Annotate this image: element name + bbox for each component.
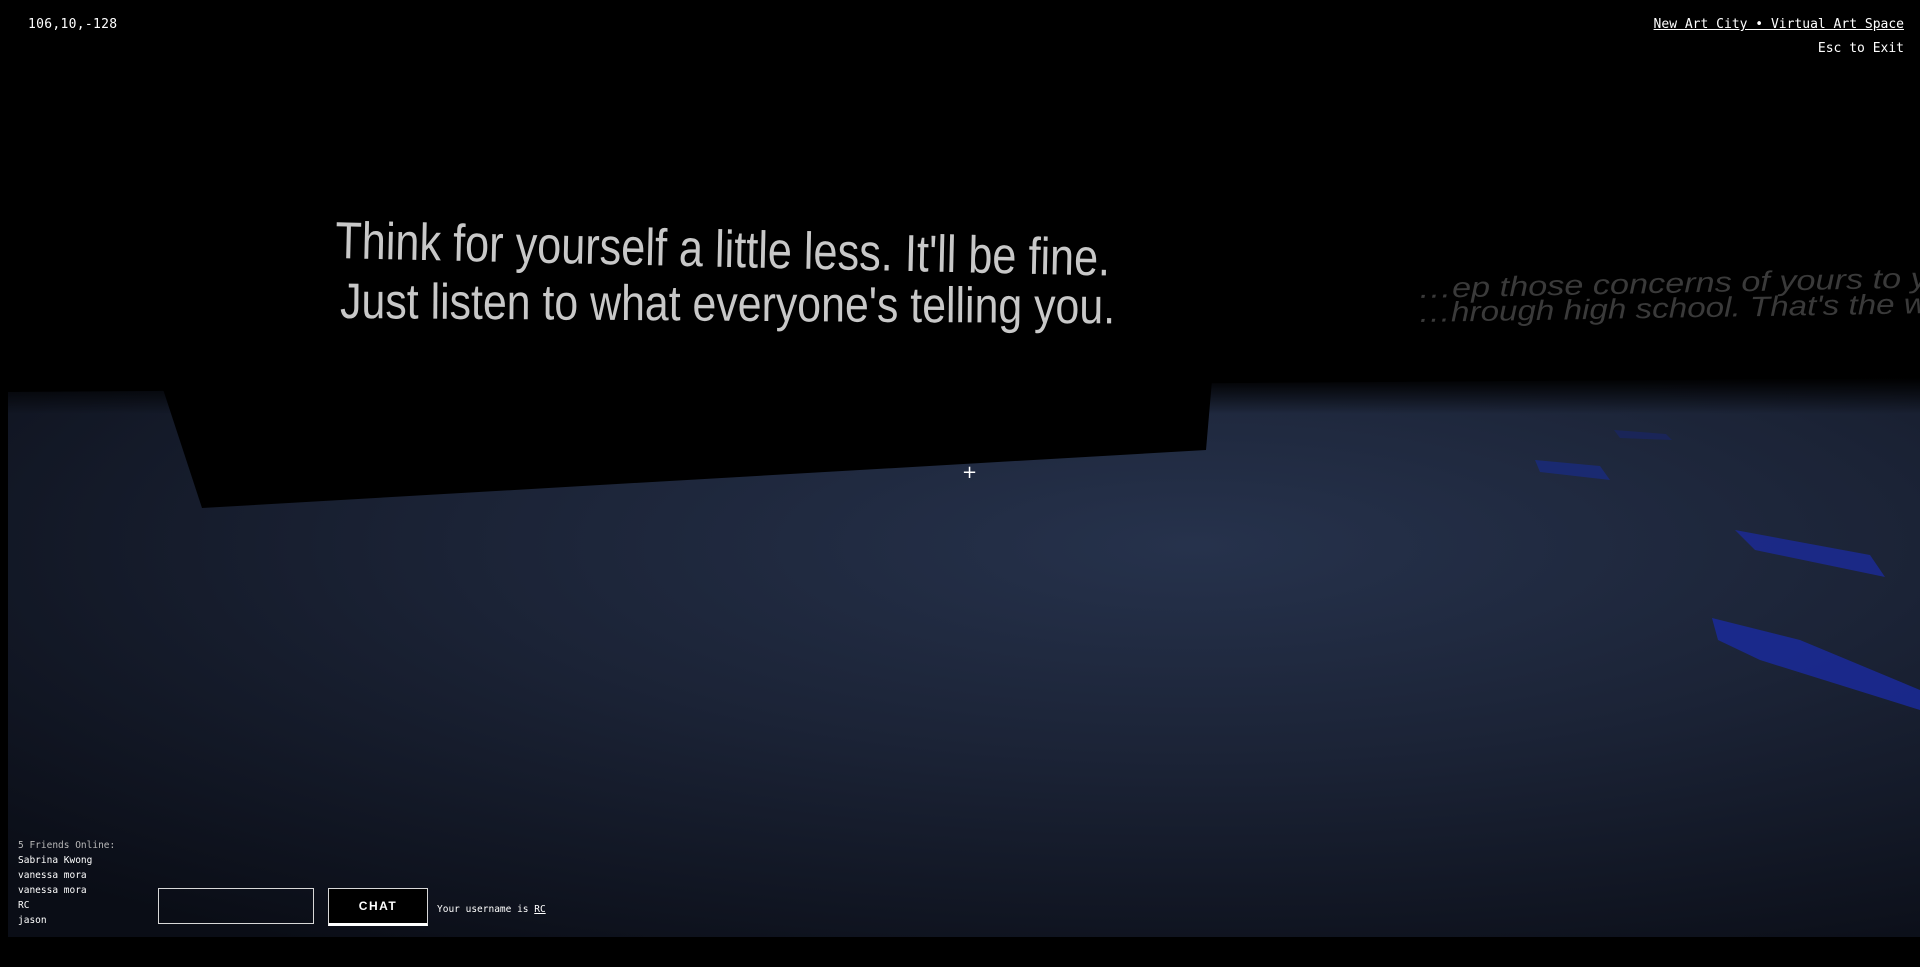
friend-item: jason bbox=[18, 915, 47, 926]
position-coordinates: 106,10,-128 bbox=[28, 17, 118, 32]
friend-item: vanessa mora bbox=[18, 885, 87, 896]
artwork-line-2: Just listen to what everyone's telling y… bbox=[340, 273, 1115, 334]
chat-button[interactable]: CHAT bbox=[328, 888, 428, 926]
3d-scene-viewport[interactable]: Think for yourself a little less. It'll … bbox=[0, 0, 1920, 967]
friend-item: Sabrina Kwong bbox=[18, 855, 93, 866]
friends-online-header: 5 Friends Online: bbox=[18, 840, 116, 851]
chat-input[interactable] bbox=[158, 888, 314, 924]
username-prefix: Your username is bbox=[437, 904, 529, 915]
exit-hint: Esc to Exit bbox=[1817, 41, 1904, 56]
username-value[interactable]: RC bbox=[534, 904, 545, 915]
friend-item: RC bbox=[18, 900, 30, 911]
username-line: Your username is RC bbox=[437, 904, 546, 915]
site-title-link[interactable]: New Art City • Virtual Art Space bbox=[1654, 17, 1904, 32]
friends-online-panel: 5 Friends Online: Sabrina Kwong vanessa … bbox=[18, 838, 115, 928]
friend-item: vanessa mora bbox=[18, 870, 87, 881]
artwork-main-text: Think for yourself a little less. It'll … bbox=[335, 212, 1116, 334]
artwork-side-text: …ep those concerns of yours to y …hrough… bbox=[1417, 262, 1920, 328]
crosshair-icon: + bbox=[962, 462, 978, 483]
bottom-margin bbox=[0, 937, 1920, 967]
